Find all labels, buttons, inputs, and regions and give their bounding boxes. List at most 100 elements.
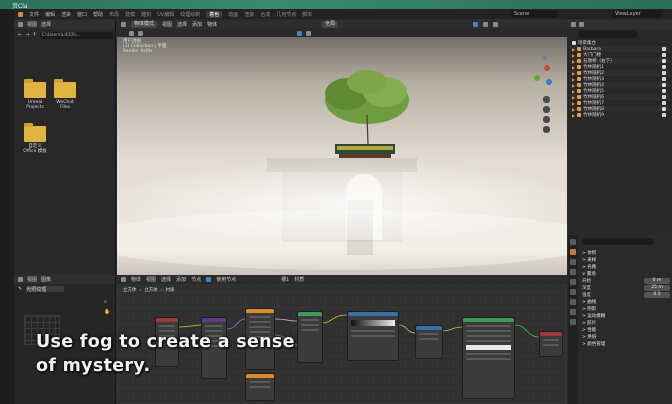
select-tool-icon[interactable] <box>129 30 134 36</box>
shading-solid-icon[interactable] <box>473 22 479 27</box>
visibility-checkbox[interactable] <box>662 113 666 117</box>
expand-arrow-icon[interactable]: ▶ <box>572 107 575 112</box>
shading-rendered-icon[interactable] <box>493 22 499 27</box>
object-tab-icon[interactable] <box>570 299 576 305</box>
workspace-tab-modeling[interactable]: 建模 <box>125 11 135 18</box>
workspace-tab-geometry-nodes[interactable]: 几何节点 <box>276 11 296 18</box>
visibility-checkbox[interactable] <box>662 47 666 51</box>
brush-icon[interactable]: ✎ <box>18 286 22 292</box>
vp-menu-view[interactable]: 视图 <box>162 21 172 28</box>
node-material-output[interactable] <box>539 331 563 357</box>
expand-arrow-icon[interactable]: ▶ <box>572 71 575 76</box>
expand-arrow-icon[interactable]: ▶ <box>572 83 575 88</box>
world-tab-icon[interactable] <box>570 289 576 295</box>
shading-material-icon[interactable] <box>483 22 489 27</box>
expand-arrow-icon[interactable]: ▶ <box>572 89 575 94</box>
fb-menu-view[interactable]: 视图 <box>27 21 37 28</box>
output-tab-icon[interactable] <box>570 259 576 265</box>
mist-start-field[interactable]: 0 m <box>644 277 670 284</box>
expand-arrow-icon[interactable]: ▶ <box>572 65 575 70</box>
filter-icon[interactable] <box>579 22 584 27</box>
back-arrow-icon[interactable]: ← <box>18 32 22 38</box>
workspace-tab-animation[interactable]: 动画 <box>228 11 238 18</box>
prop-section-curves[interactable]: > 曲线 <box>582 298 670 305</box>
expand-arrow-icon[interactable]: ▶ <box>572 101 575 106</box>
visibility-checkbox[interactable] <box>662 101 666 105</box>
proportional-edit-icon[interactable] <box>306 30 311 36</box>
prop-section-motion-blur[interactable]: > 运动模糊 <box>582 312 670 319</box>
3d-viewport[interactable]: 物体模式 视图 选择 添加 物体 全局 用户透视 (1) Collection … <box>117 20 567 275</box>
prop-section-volume[interactable]: > 体积 <box>582 249 670 256</box>
visibility-checkbox[interactable] <box>662 83 666 87</box>
menu-window[interactable]: 窗口 <box>77 11 87 18</box>
prop-section-sampling[interactable]: > 采样 <box>582 256 670 263</box>
zoom-icon[interactable]: ⌕ <box>104 299 107 305</box>
snap-icon[interactable] <box>297 30 302 36</box>
view-layer-tab-icon[interactable] <box>570 269 576 275</box>
folder-item[interactable]: WeChat Files <box>52 79 78 110</box>
workspace-tab-texture-paint[interactable]: 纹理绘制 <box>180 11 200 18</box>
image-selector[interactable]: 光照纹理 <box>26 285 65 293</box>
menu-file[interactable]: 文件 <box>29 11 39 18</box>
workspace-tab-sculpt[interactable]: 雕刻 <box>141 11 151 18</box>
render-tab-icon[interactable] <box>570 249 576 255</box>
cursor-tool-icon[interactable] <box>138 30 143 36</box>
editor-type-icon[interactable] <box>571 22 576 27</box>
workspace-tab-rendering[interactable]: 渲染 <box>244 11 254 18</box>
blender-logo-icon[interactable] <box>18 11 23 17</box>
prop-section-performance[interactable]: > 性能 <box>582 326 670 333</box>
prop-section-film[interactable]: > 胶片 <box>582 319 670 326</box>
expand-arrow-icon[interactable]: ▶ <box>572 59 575 64</box>
fb-menu-select[interactable]: 选择 <box>41 21 51 28</box>
visibility-checkbox[interactable] <box>662 53 666 57</box>
material-tab-icon[interactable] <box>570 319 576 325</box>
file-path-input[interactable]: C:\Users\LIEER\... <box>39 31 113 39</box>
outliner-search-input[interactable] <box>578 31 638 38</box>
visibility-checkbox[interactable] <box>662 95 666 99</box>
visibility-checkbox[interactable] <box>662 59 666 63</box>
workspace-tab-layout[interactable]: 布局 <box>109 11 119 18</box>
editor-type-icon[interactable] <box>18 22 23 27</box>
outliner-item[interactable]: ▶ 竹林随机9 <box>570 112 670 118</box>
parent-dir-icon[interactable]: ↑ <box>32 32 36 38</box>
expand-arrow-icon[interactable]: ▶ <box>572 95 575 100</box>
expand-arrow-icon[interactable]: ▶ <box>572 47 575 52</box>
menu-render[interactable]: 渲染 <box>61 11 71 18</box>
prop-section-light-paths[interactable]: > 光路 <box>582 263 670 270</box>
node-separate[interactable] <box>297 311 323 363</box>
vp-menu-object[interactable]: 物体 <box>207 21 217 28</box>
mode-selector[interactable]: 物体模式 <box>131 21 158 28</box>
workspace-tab-shading[interactable]: 着色 <box>206 10 223 18</box>
vp-menu-select[interactable]: 选择 <box>177 21 187 28</box>
workspace-tab-uv[interactable]: UV编辑 <box>157 11 174 18</box>
prop-section-bake[interactable]: > 烘焙 <box>582 333 670 340</box>
mist-intensity-field[interactable]: 0.5 <box>644 291 670 298</box>
prop-section-color-management[interactable]: > 颜色管理 <box>582 340 670 347</box>
menu-edit[interactable]: 编辑 <box>45 11 55 18</box>
visibility-checkbox[interactable] <box>662 65 666 69</box>
editor-type-icon[interactable] <box>121 22 126 27</box>
workspace-tab-compositing[interactable]: 合成 <box>260 11 270 18</box>
prop-section-mist[interactable]: ∨ 雾场 <box>582 270 670 277</box>
transform-orientation[interactable]: 全局 <box>322 21 339 28</box>
view-layer-selector[interactable]: ViewLayer <box>612 10 662 18</box>
visibility-checkbox[interactable] <box>662 77 666 81</box>
hand-icon[interactable]: ✋ <box>104 309 110 315</box>
expand-arrow-icon[interactable]: ▶ <box>572 113 575 118</box>
folder-item[interactable]: 自定义 Office 模板 <box>22 123 48 154</box>
node-color-ramp-2[interactable] <box>415 325 443 359</box>
expand-arrow-icon[interactable]: ▶ <box>572 53 575 58</box>
forward-arrow-icon[interactable]: → <box>25 32 29 38</box>
mist-depth-field[interactable]: 25 m <box>644 284 670 291</box>
tool-tab-icon[interactable] <box>570 239 576 245</box>
prop-section-shadows[interactable]: > 阴影 <box>582 305 670 312</box>
properties-search-input[interactable] <box>582 238 654 245</box>
ip-menu-view[interactable]: 视图 <box>27 276 37 283</box>
scene-tab-icon[interactable] <box>570 279 576 285</box>
menu-help[interactable]: 帮助 <box>93 11 103 18</box>
folder-item[interactable]: Unreal Projects <box>22 79 48 110</box>
expand-arrow-icon[interactable]: ▶ <box>572 77 575 82</box>
scene-selector[interactable]: Scene <box>511 10 557 18</box>
node-principled-bsdf[interactable] <box>462 317 515 399</box>
modifier-tab-icon[interactable] <box>570 309 576 315</box>
